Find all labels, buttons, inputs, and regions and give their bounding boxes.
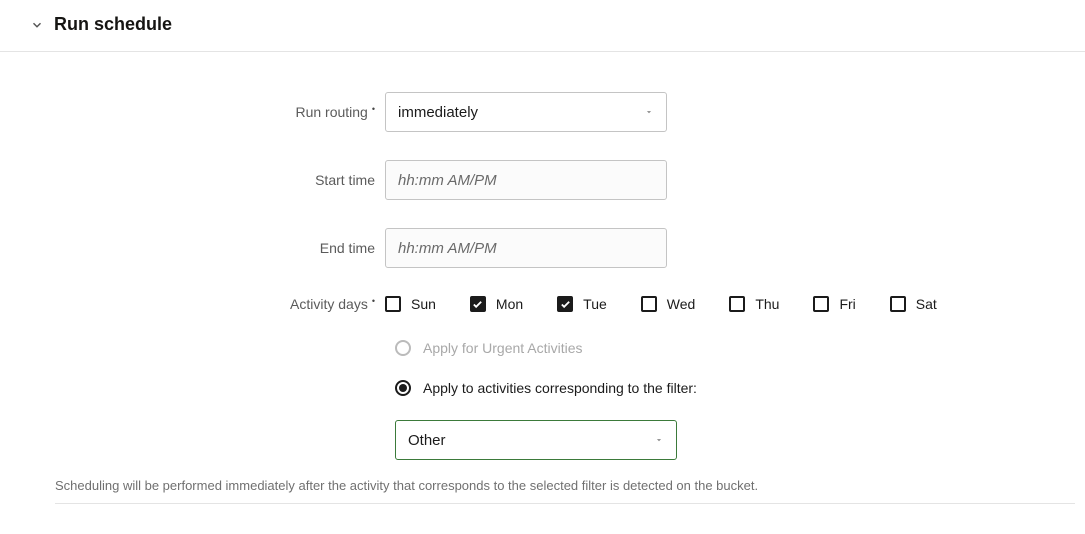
end-time-input[interactable]: hh:mm AM/PM <box>385 228 667 268</box>
day-fri[interactable]: Fri <box>813 296 855 312</box>
checkbox-sat[interactable] <box>890 296 906 312</box>
filter-select-value: Other <box>408 432 446 449</box>
filter-select[interactable]: Other <box>395 420 677 460</box>
day-label: Tue <box>583 296 607 312</box>
urgent-radio-row[interactable]: Apply for Urgent Activities <box>395 340 1085 356</box>
day-thu[interactable]: Thu <box>729 296 779 312</box>
filter-radio-row[interactable]: Apply to activities corresponding to the… <box>395 380 1085 396</box>
day-sat[interactable]: Sat <box>890 296 937 312</box>
filter-radio[interactable] <box>395 380 411 396</box>
day-wed[interactable]: Wed <box>641 296 696 312</box>
end-time-placeholder: hh:mm AM/PM <box>398 240 497 257</box>
day-sun[interactable]: Sun <box>385 296 436 312</box>
checkbox-wed[interactable] <box>641 296 657 312</box>
run-routing-select[interactable]: immediately <box>385 92 667 132</box>
activity-days-row: Activity days Sun Mon Tue Wed Thu Fri Sat <box>0 296 1085 312</box>
urgent-radio-label: Apply for Urgent Activities <box>423 340 583 356</box>
run-routing-row: Run routing immediately <box>0 92 1085 132</box>
day-label: Mon <box>496 296 523 312</box>
checkbox-thu[interactable] <box>729 296 745 312</box>
run-schedule-form: Run routing immediately Start time hh:mm… <box>0 52 1085 504</box>
chevron-down-icon <box>30 18 44 32</box>
help-text: Scheduling will be performed immediately… <box>55 478 1075 504</box>
caret-down-icon <box>644 104 654 121</box>
start-time-input[interactable]: hh:mm AM/PM <box>385 160 667 200</box>
activity-days-label: Activity days <box>0 296 385 312</box>
day-label: Thu <box>755 296 779 312</box>
start-time-placeholder: hh:mm AM/PM <box>398 172 497 189</box>
day-label: Sun <box>411 296 436 312</box>
end-time-label: End time <box>0 240 385 256</box>
day-label: Wed <box>667 296 696 312</box>
start-time-label: Start time <box>0 172 385 188</box>
day-label: Sat <box>916 296 937 312</box>
run-routing-label: Run routing <box>0 104 385 120</box>
filter-radio-label: Apply to activities corresponding to the… <box>423 380 697 396</box>
urgent-radio[interactable] <box>395 340 411 356</box>
checkbox-fri[interactable] <box>813 296 829 312</box>
filter-select-wrap: Other <box>395 420 1085 460</box>
day-mon[interactable]: Mon <box>470 296 523 312</box>
section-title: Run schedule <box>54 14 172 35</box>
day-tue[interactable]: Tue <box>557 296 607 312</box>
checkbox-mon[interactable] <box>470 296 486 312</box>
end-time-row: End time hh:mm AM/PM <box>0 228 1085 268</box>
checkbox-sun[interactable] <box>385 296 401 312</box>
day-label: Fri <box>839 296 855 312</box>
caret-down-icon <box>654 432 664 449</box>
run-routing-value: immediately <box>398 104 478 121</box>
days-container: Sun Mon Tue Wed Thu Fri Sat <box>385 296 937 312</box>
start-time-row: Start time hh:mm AM/PM <box>0 160 1085 200</box>
section-header[interactable]: Run schedule <box>0 10 1085 52</box>
checkbox-tue[interactable] <box>557 296 573 312</box>
